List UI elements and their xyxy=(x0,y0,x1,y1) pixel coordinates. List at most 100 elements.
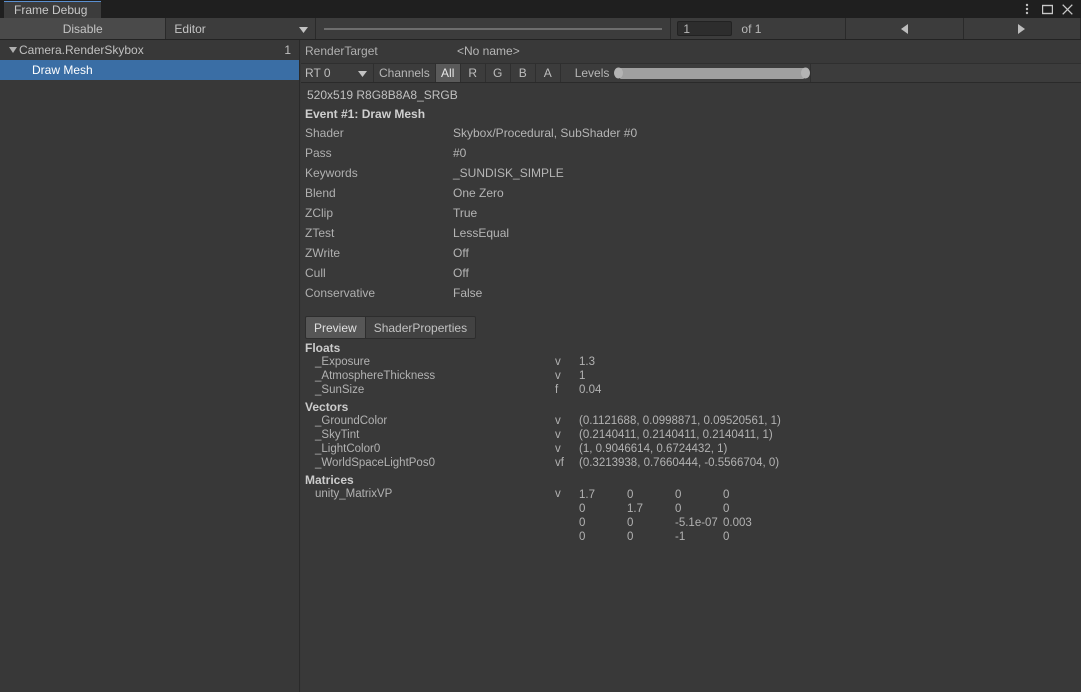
channel-button-r[interactable]: R xyxy=(459,64,485,82)
render-target-value: <No name> xyxy=(457,44,520,58)
tree-row-draw-mesh[interactable]: Draw Mesh xyxy=(0,60,299,80)
shader-property-row: _SunSize f 0.04 xyxy=(301,384,1081,398)
render-target-toolbar-filler xyxy=(810,64,1081,82)
shader-matrix-flag: v xyxy=(555,488,561,500)
next-frame-button[interactable] xyxy=(962,18,1080,39)
resolution-text: 520x519 R8G8B8A8_SRGB xyxy=(307,87,458,102)
channel-button-all[interactable]: All xyxy=(434,64,460,82)
rt-index-dropdown[interactable]: RT 0 xyxy=(301,64,374,82)
levels-slider-handle-min[interactable] xyxy=(614,67,624,79)
channels-label: Channels xyxy=(374,64,435,82)
shader-property-name: _SkyTint xyxy=(315,429,360,441)
render-target-resolution: 520x519 R8G8B8A8_SRGB xyxy=(301,85,1081,104)
property-row-blend: Blend One Zero xyxy=(301,183,1081,203)
tree-row-count: 1 xyxy=(284,43,291,57)
shader-property-flag: v xyxy=(555,356,561,368)
render-target-toolbar: RT 0 Channels All R G B A Levels xyxy=(301,63,1081,83)
main-toolbar: Disable Editor 1 of 1 xyxy=(0,18,1081,40)
property-value: Skybox/Procedural, SubShader #0 xyxy=(453,126,638,140)
tab-preview-label: Preview xyxy=(314,320,357,335)
tab-shaderproperties-label: ShaderProperties xyxy=(373,320,468,335)
frame-total-label: of 1 xyxy=(732,18,845,39)
frame-scrubber-track xyxy=(323,27,663,30)
frame-scrubber[interactable] xyxy=(316,18,672,39)
tree-row-label: Draw Mesh xyxy=(32,63,93,77)
shader-property-name: _AtmosphereThickness xyxy=(315,370,436,382)
channel-button-g[interactable]: G xyxy=(484,64,510,82)
property-key: Shader xyxy=(305,126,344,140)
levels-range-slider[interactable] xyxy=(614,64,811,82)
chevron-left-icon xyxy=(900,23,908,34)
matrix-cell: 0 xyxy=(579,517,586,529)
tree-row-camera-renderskybox[interactable]: Camera.RenderSkybox 1 xyxy=(0,40,299,60)
matrix-cell: 1.7 xyxy=(579,489,595,501)
frame-number-input[interactable]: 1 xyxy=(677,21,733,36)
window-controls xyxy=(1017,0,1077,18)
matrix-cell: 0 xyxy=(579,503,586,515)
chevron-down-icon xyxy=(358,66,367,80)
property-key: Conservative xyxy=(305,286,376,300)
property-row-conservative: Conservative False xyxy=(301,283,1081,303)
matrix-cell: 0 xyxy=(723,489,730,501)
levels-slider-handle-max[interactable] xyxy=(801,67,811,79)
group-title-text: Matrices xyxy=(305,472,354,487)
matrix-cell: -5.1e-07 xyxy=(675,517,718,529)
matrix-cell: 0 xyxy=(675,503,682,515)
shader-property-row: _AtmosphereThickness v 1 xyxy=(301,370,1081,384)
matrix-cell: 0 xyxy=(675,489,682,501)
more-menu-glyph xyxy=(1025,3,1029,15)
property-key: ZWrite xyxy=(305,246,341,260)
shader-property-flag: v xyxy=(555,429,561,441)
tab-shaderproperties[interactable]: ShaderProperties xyxy=(364,317,476,338)
shader-property-flag: v xyxy=(555,415,561,427)
matrix-cell: 0 xyxy=(627,531,634,543)
property-value: True xyxy=(453,206,478,220)
property-key: Cull xyxy=(305,266,326,280)
event-tree-panel[interactable]: Camera.RenderSkybox 1 Draw Mesh xyxy=(0,40,300,692)
window-tab-label: Frame Debug xyxy=(14,3,88,17)
property-row-zwrite: ZWrite Off xyxy=(301,243,1081,263)
property-value: False xyxy=(453,286,483,300)
close-icon[interactable] xyxy=(1057,0,1077,18)
shader-property-row: _LightColor0 v (1, 0.9046614, 0.6724432,… xyxy=(301,443,1081,457)
shader-property-name: _LightColor0 xyxy=(315,443,381,455)
property-key: Keywords xyxy=(305,166,358,180)
property-row-ztest: ZTest LessEqual xyxy=(301,223,1081,243)
property-value: Off xyxy=(453,266,469,280)
shader-property-row: _SkyTint v (0.2140411, 0.2140411, 0.2140… xyxy=(301,429,1081,443)
shader-property-flag: v xyxy=(555,443,561,455)
shader-property-name: _GroundColor xyxy=(315,415,388,427)
shader-property-flag: v xyxy=(555,370,561,382)
more-menu-icon[interactable] xyxy=(1017,0,1037,18)
matrix-cell: 0 xyxy=(627,517,634,529)
shader-property-value: 1.3 xyxy=(579,356,595,368)
expand-arrow-icon[interactable] xyxy=(6,47,19,53)
property-key: Pass xyxy=(305,146,332,160)
matrix-cell: -1 xyxy=(675,531,686,543)
window-tab-frame-debug[interactable]: Frame Debug xyxy=(4,1,102,18)
close-glyph xyxy=(1061,3,1073,15)
channel-button-label: B xyxy=(518,66,527,80)
shader-property-row: _WorldSpaceLightPos0 vf (0.3213938, 0.76… xyxy=(301,457,1081,471)
channel-button-b[interactable]: B xyxy=(509,64,535,82)
channel-button-a[interactable]: A xyxy=(534,64,560,82)
maximize-icon[interactable] xyxy=(1037,0,1057,18)
target-dropdown[interactable]: Editor xyxy=(166,18,316,39)
event-info-area: 520x519 R8G8B8A8_SRGB Event #1: Draw Mes… xyxy=(301,85,1081,692)
render-target-label: RenderTarget xyxy=(305,44,378,58)
group-title-floats: Floats xyxy=(301,339,1081,356)
shader-property-row: _GroundColor v (0.1121688, 0.0998871, 0.… xyxy=(301,415,1081,429)
disable-button[interactable]: Disable xyxy=(0,18,167,39)
shader-property-row: _Exposure v 1.3 xyxy=(301,356,1081,370)
previous-frame-button[interactable] xyxy=(845,18,962,39)
matrix-cell: 0 xyxy=(723,503,730,515)
tree-row-label: Camera.RenderSkybox xyxy=(19,43,144,57)
property-row-zclip: ZClip True xyxy=(301,203,1081,223)
rt-index-label: RT 0 xyxy=(305,66,331,80)
shader-property-name: _SunSize xyxy=(315,384,365,396)
property-row-cull: Cull Off xyxy=(301,263,1081,283)
title-bar: Frame Debug xyxy=(0,0,1081,18)
property-row-keywords: Keywords _SUNDISK_SIMPLE xyxy=(301,163,1081,183)
tab-preview[interactable]: Preview xyxy=(306,317,365,338)
render-target-header: RenderTarget <No name> xyxy=(301,40,1081,62)
